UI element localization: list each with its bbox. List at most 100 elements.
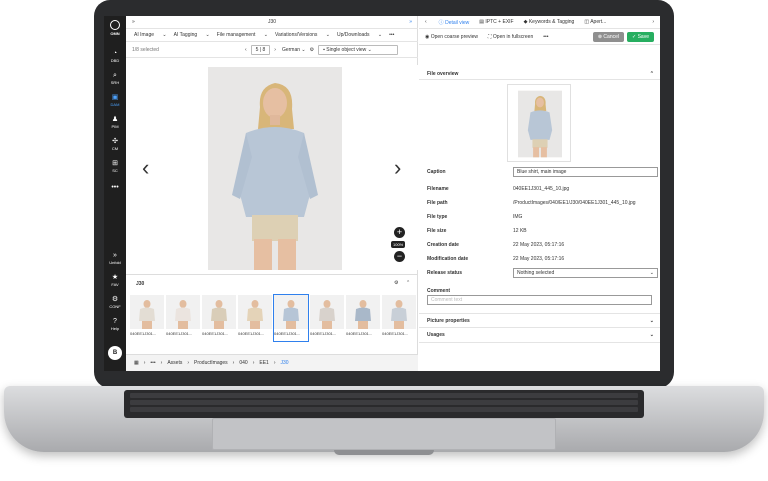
caption-label: Caption: [427, 169, 446, 175]
avatar[interactable]: B: [108, 346, 122, 360]
page-indicator[interactable]: 5 | 8: [250, 44, 271, 55]
menu-more[interactable]: •••: [389, 32, 394, 38]
strip-settings-icon[interactable]: ⚙: [394, 280, 398, 286]
tab-back-icon[interactable]: ‹: [425, 19, 427, 25]
thumbnail-item[interactable]: 040EE1J301...: [273, 294, 309, 342]
thumbnail-caption: 040EE1J301...: [310, 331, 337, 336]
sidebar-item-pim[interactable]: ♟ PIM: [104, 116, 126, 129]
sidebar-item-fav[interactable]: ★ FAV: [104, 274, 126, 287]
menu-variations[interactable]: Variations/Versions ⌄: [275, 32, 330, 38]
more-actions-button[interactable]: •••: [543, 34, 548, 40]
sidebar-item-label: CM: [111, 146, 119, 151]
sidebar-item-cm[interactable]: ✣ CM: [104, 138, 126, 151]
folder-icon: ▣: [111, 94, 119, 101]
thumbnail-item[interactable]: 040EE1J301...: [310, 295, 344, 341]
sidebar-item-unfold[interactable]: » Unfold: [104, 252, 126, 265]
open-fullscreen-button[interactable]: ⛶ Open in fullscreen: [488, 34, 533, 40]
strip-collapse-icon[interactable]: ⌃: [406, 280, 410, 286]
file-overview-header[interactable]: File overview ⌃: [419, 68, 660, 80]
network-icon: ✣: [112, 138, 118, 145]
sidebar: OMN ◔ DBD ⌕ SRH ▣ DAM ♟ PIM ✣ CM ⊞ SC ••• » Unf…: [104, 16, 126, 371]
thumbnail-caption: 040EE1J301...: [382, 331, 409, 336]
cancel-button[interactable]: ⊗ Cancel: [592, 31, 624, 42]
tab-forward-icon[interactable]: ›: [652, 19, 654, 25]
tab-label: Detail view: [445, 19, 470, 26]
thumbnail-item[interactable]: 040EE1J301...: [202, 295, 236, 341]
collapse-icon[interactable]: »: [132, 19, 135, 25]
zoom-out-button[interactable]: −: [394, 251, 405, 262]
breadcrumb-assets[interactable]: Assets: [167, 360, 182, 366]
breadcrumb-ee1[interactable]: EE1: [259, 360, 268, 366]
thumbnail-image: [202, 295, 236, 329]
view-select[interactable]: ▪ Single object view ⌄: [318, 44, 399, 55]
thumbnail-caption: 040EE1J301...: [346, 331, 373, 336]
comment-input[interactable]: Comment text: [427, 295, 652, 305]
breadcrumb: ▦ › ••• › Assets › ProductImages › 040 ›…: [126, 354, 418, 371]
product-image[interactable]: [208, 67, 342, 270]
prev-page-icon[interactable]: ‹: [245, 47, 247, 53]
tab-detail-view[interactable]: ⓘ Detail view: [439, 19, 470, 26]
laptop-frame: OMN ◔ DBD ⌕ SRH ▣ DAM ♟ PIM ✣ CM ⊞ SC ••• » Unf…: [0, 0, 768, 481]
tab-iptc-exif[interactable]: ▤ IPTC + EXIF: [479, 19, 513, 25]
tab-label: IPTC + EXIF: [485, 19, 514, 25]
tab-apert[interactable]: ◫ Apert...: [584, 19, 606, 25]
breadcrumb-j30[interactable]: J30: [280, 360, 288, 366]
brand[interactable]: OMN: [104, 20, 126, 36]
sidebar-item-more[interactable]: •••: [104, 184, 126, 192]
menu-label: AI Tagging: [173, 32, 198, 38]
next-image-arrow-icon[interactable]: ›: [394, 157, 401, 179]
chevron-right-icon: ›: [252, 360, 255, 366]
metadata-label: Creation date: [427, 242, 459, 248]
thumbnail-item[interactable]: 040EE1J301...: [238, 295, 272, 341]
gear-icon: ⚙: [111, 296, 119, 303]
thumbnail-strip: J30 ⚙ ⌃ 040EE1J301... 040EE1J301... 040EE1…: [126, 274, 418, 346]
release-status-select[interactable]: Nothing selected ⌄: [513, 268, 658, 278]
picture-properties-header[interactable]: Picture properties ⌄: [419, 313, 660, 328]
breadcrumb-productimages[interactable]: ProductImages: [194, 360, 228, 366]
menu-ai-image[interactable]: AI Image ⌄: [134, 32, 167, 38]
sidebar-item-sc[interactable]: ⊞ SC: [104, 160, 126, 173]
menu-label: Variations/Versions: [274, 32, 318, 38]
thumbnail-item[interactable]: 040EE1J301...: [382, 295, 416, 341]
selection-count: 1/8 selected: [132, 46, 159, 53]
thumbnail-caption: 040EE1J301...: [130, 331, 157, 336]
chevron-up-icon: ⌃: [649, 71, 654, 77]
menu-ai-tagging[interactable]: AI Tagging ⌄: [174, 32, 210, 38]
caption-input[interactable]: Blue shirt, main image: [513, 167, 658, 177]
sidebar-item-dbd[interactable]: ◔ DBD: [104, 50, 126, 63]
thumbnail-image: [130, 295, 164, 329]
page-title: J30: [267, 19, 277, 25]
metadata-label: File type: [427, 214, 448, 220]
prev-image-arrow-icon[interactable]: ‹: [142, 157, 149, 179]
thumbnail-item[interactable]: 040EE1J301...: [130, 295, 164, 341]
thumbnail-item[interactable]: 040EE1J301...: [346, 295, 380, 341]
language-select[interactable]: German ⌄: [282, 47, 306, 53]
expand-icon[interactable]: »: [409, 19, 412, 25]
chevron-right-icon: ›: [273, 360, 276, 366]
save-button[interactable]: ✓ Save: [627, 31, 654, 42]
sidebar-item-conf[interactable]: ⚙ CONF: [104, 296, 126, 309]
menu-label: Up/Downloads: [337, 32, 370, 38]
help-icon: ?: [113, 318, 117, 325]
comment-label: Comment: [427, 288, 451, 294]
sidebar-item-help[interactable]: ? Help: [104, 318, 126, 331]
settings-icon[interactable]: ⚙: [310, 47, 314, 53]
tab-keywords[interactable]: ◆ Keywords & Tagging: [524, 19, 575, 25]
menu-up-downloads[interactable]: Up/Downloads ⌄: [337, 32, 382, 38]
model-photo: [208, 67, 342, 270]
next-page-icon[interactable]: ›: [274, 47, 276, 53]
thumbnail-image: [166, 295, 200, 329]
ellipsis-icon[interactable]: •••: [150, 360, 155, 366]
metadata-label: File path: [427, 200, 448, 206]
sidebar-item-srh[interactable]: ⌕ SRH: [104, 72, 126, 85]
usages-header[interactable]: Usages ⌄: [419, 328, 660, 343]
grid-icon[interactable]: ▦: [134, 360, 139, 366]
open-coarse-preview-button[interactable]: ◉ Open coarse preview: [425, 34, 478, 40]
zoom-in-button[interactable]: +: [394, 227, 405, 238]
thumbnail-item[interactable]: 040EE1J301...: [166, 295, 200, 341]
sidebar-item-dam[interactable]: ▣ DAM: [104, 94, 126, 107]
metadata-label: Filename: [427, 186, 449, 192]
sidebar-item-label: SRH: [110, 80, 120, 85]
breadcrumb-040[interactable]: 040: [239, 360, 247, 366]
menu-file-management[interactable]: File management ⌄: [217, 32, 268, 38]
